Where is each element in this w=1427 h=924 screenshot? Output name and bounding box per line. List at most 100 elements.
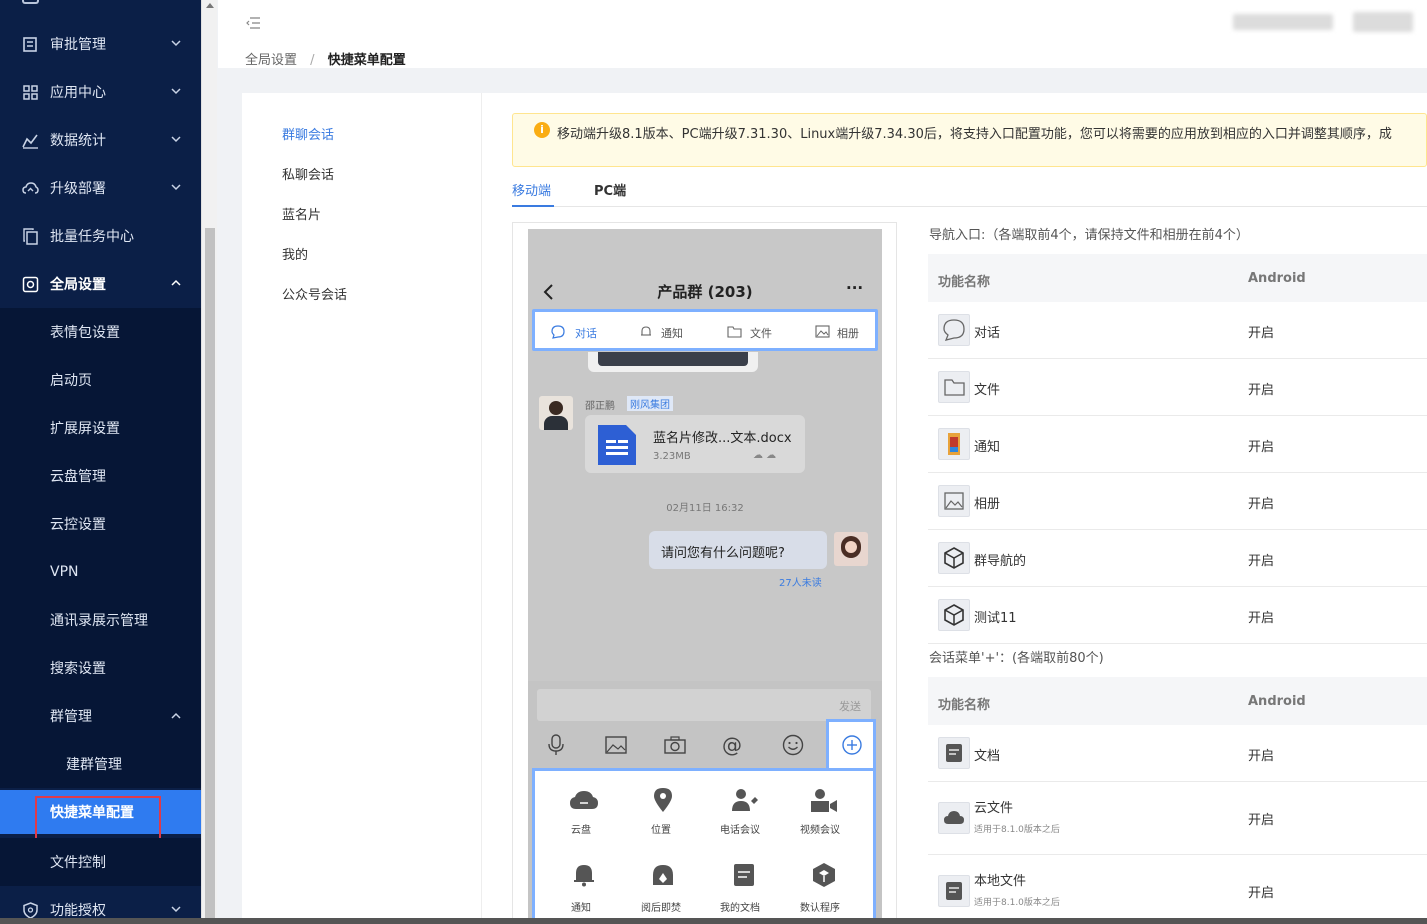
more-icon: ···: [846, 279, 864, 297]
image-icon: [605, 736, 627, 754]
main-content: 群聊会话 私聊会话 蓝名片 我的 公众号会话 i 移动端升级8.1版本、PC端升…: [242, 93, 1427, 924]
table-row[interactable]: 文件 开启: [928, 359, 1427, 416]
plus-circle-icon[interactable]: [842, 735, 862, 755]
sidebar-item-cloud-disk[interactable]: 云盘管理: [0, 452, 201, 500]
sidebar-item-label: 表情包设置: [50, 325, 120, 341]
file-size: 3.23MB: [653, 451, 691, 462]
sidebar-item-file-control[interactable]: 文件控制: [0, 838, 201, 886]
sidebar-item-splash[interactable]: 启动页: [0, 356, 201, 404]
input-area: 发送 @ 云盘 位置 电话会议 视频会议 通知 阅后即焚 我的文档 数认程序: [528, 681, 882, 923]
sidebar-item-stats[interactable]: 数据统计: [0, 116, 201, 164]
breadcrumb-current: 快捷菜单配置: [327, 53, 406, 68]
my-message-bubble: 请问您有什么问题呢?: [649, 531, 827, 569]
sidebar-item-contacts-display[interactable]: 通讯录展示管理: [0, 596, 201, 644]
cloud-upload-icon: [22, 182, 39, 194]
sidebar-item-label: 通讯录展示管理: [50, 613, 148, 629]
nav-tab-label: 文件: [750, 327, 772, 340]
tab-pc[interactable]: PC端: [594, 180, 626, 199]
chevron-down-icon: [171, 136, 181, 143]
nav-entry-table: 功能名称 Android 对话 开启 文件 开启 通知 开启 相册 开启 群导航…: [928, 254, 1427, 644]
message-text: 请问您有什么问题呢?: [661, 546, 785, 561]
menu-item-blue-card[interactable]: 蓝名片: [282, 204, 321, 223]
function-name: 相册: [974, 497, 1001, 512]
microphone-icon: [548, 734, 564, 755]
prior-message-bubble: [588, 352, 758, 372]
chat-bubble-icon: [938, 314, 970, 346]
burn-after-read-icon: [653, 865, 673, 885]
menu-collapse-icon[interactable]: [245, 16, 261, 30]
table-row[interactable]: 本地文件 适用于8.1.0版本之后 开启: [928, 855, 1427, 924]
chevron-up-icon: [171, 279, 181, 286]
folder-icon: [938, 371, 970, 403]
cloud-icon: [938, 802, 970, 834]
panel-item-label: 通知: [571, 903, 591, 914]
breadcrumb-separator: /: [310, 53, 315, 68]
sidebar-item-apps[interactable]: 应用中心: [0, 68, 201, 116]
send-button[interactable]: 发送: [839, 698, 861, 714]
file-message-bubble: 蓝名片修改...文本.docx 3.23MB ☁ ☁: [585, 415, 805, 473]
sidebar-item-vpn[interactable]: VPN: [0, 548, 201, 596]
version-note: 适用于8.1.0版本之后: [974, 898, 1060, 908]
menu-item-mine[interactable]: 我的: [282, 244, 308, 263]
approval-icon: [23, 37, 37, 52]
sidebar-item-extended-screen[interactable]: 扩展屏设置: [0, 404, 201, 452]
cloud-download-icon: ☁ ☁: [753, 450, 777, 461]
platform-tabs: 移动端 PC端: [512, 175, 1427, 207]
table-row[interactable]: 相册 开启: [928, 473, 1427, 530]
sidebar-item-deploy[interactable]: 升级部署: [0, 164, 201, 212]
table-row[interactable]: 对话 开启: [928, 302, 1427, 359]
table-row[interactable]: 群导航的 开启: [928, 530, 1427, 587]
table-row[interactable]: 测试11 开启: [928, 587, 1427, 644]
table-row[interactable]: 通知 开启: [928, 416, 1427, 473]
message-input[interactable]: 发送: [537, 689, 871, 721]
sidebar-item-label: 应用中心: [50, 85, 106, 101]
sidebar-item-create-group[interactable]: 建群管理: [0, 740, 201, 788]
settings-icon: [22, 276, 39, 293]
sidebar-scrollbar[interactable]: [201, 0, 217, 924]
chat-timestamp: 02月11日 16:32: [666, 503, 744, 514]
partial-icon: [22, 0, 39, 4]
panel-item-label: 电话会议: [720, 825, 760, 836]
sidebar-item-label: 建群管理: [66, 757, 122, 773]
sidebar-item-batch-tasks[interactable]: 批量任务中心: [0, 212, 201, 260]
session-menu-table: 功能名称 Android 文档 开启 云文件 适用于8.1.0版本之后 开启 本…: [928, 677, 1427, 924]
notice-text: 移动端升级8.1版本、PC端升级7.31.30、Linux端升级7.34.30后…: [557, 127, 1392, 142]
sidebar-item-label: 文件控制: [50, 855, 106, 871]
nav-tab-bar-highlight: 对话 通知 文件 相册: [532, 309, 878, 351]
sidebar-item-approval[interactable]: 审批管理: [0, 20, 201, 68]
my-documents-icon: [734, 864, 754, 886]
phone-conference-icon: [732, 789, 758, 811]
sidebar-item-label: 批量任务中心: [50, 229, 134, 245]
table-row[interactable]: 云文件 适用于8.1.0版本之后 开启: [928, 782, 1427, 855]
android-status: 开启: [1248, 749, 1275, 764]
sidebar-item-global-settings[interactable]: 全局设置: [0, 260, 201, 308]
avatar[interactable]: [1353, 12, 1413, 32]
nav-section-title: 导航入口:（各端取前4个，请保持文件和相册在前4个）: [929, 228, 1249, 243]
menu-item-private-chat[interactable]: 私聊会话: [282, 164, 334, 183]
sidebar-item-group-management[interactable]: 群管理: [0, 692, 201, 740]
table-row[interactable]: 文档 开启: [928, 725, 1427, 782]
sidebar-item-cloud-control[interactable]: 云控设置: [0, 500, 201, 548]
tab-mobile[interactable]: 移动端: [512, 180, 551, 199]
breadcrumb: 全局设置 / 快捷菜单配置: [245, 49, 406, 68]
menu-item-group-chat[interactable]: 群聊会话: [282, 124, 334, 143]
breadcrumb-root[interactable]: 全局设置: [245, 53, 297, 68]
phone-screen: 产品群 (203) ··· 对话 通知 文件 相册 邵正鹏 刚风集团 蓝名片修改…: [528, 229, 882, 923]
android-status: 开启: [1248, 611, 1275, 626]
panel-item-label: 云盘: [571, 825, 591, 836]
menu-item-official-account[interactable]: 公众号会话: [282, 284, 347, 303]
chevron-down-icon: [171, 40, 181, 47]
android-status: 开启: [1248, 886, 1275, 901]
notice-image-icon: [938, 428, 970, 460]
image-icon: [815, 325, 830, 338]
sidebar-item-search-settings[interactable]: 搜索设置: [0, 644, 201, 692]
column-header: Android: [1248, 694, 1306, 709]
top-header: 全局设置 / 快捷菜单配置: [218, 0, 1427, 68]
sidebar-item-quick-menu[interactable]: 快捷菜单配置: [0, 790, 201, 842]
column-header: 功能名称: [938, 698, 991, 713]
menu-section-title: 会话菜单'+'：(各端取前80个): [929, 651, 1104, 666]
bell-icon: [641, 326, 651, 336]
sidebar-item-emoji[interactable]: 表情包设置: [0, 308, 201, 356]
scrollbar-thumb[interactable]: [205, 228, 215, 918]
scroll-up-arrow[interactable]: [206, 3, 214, 8]
